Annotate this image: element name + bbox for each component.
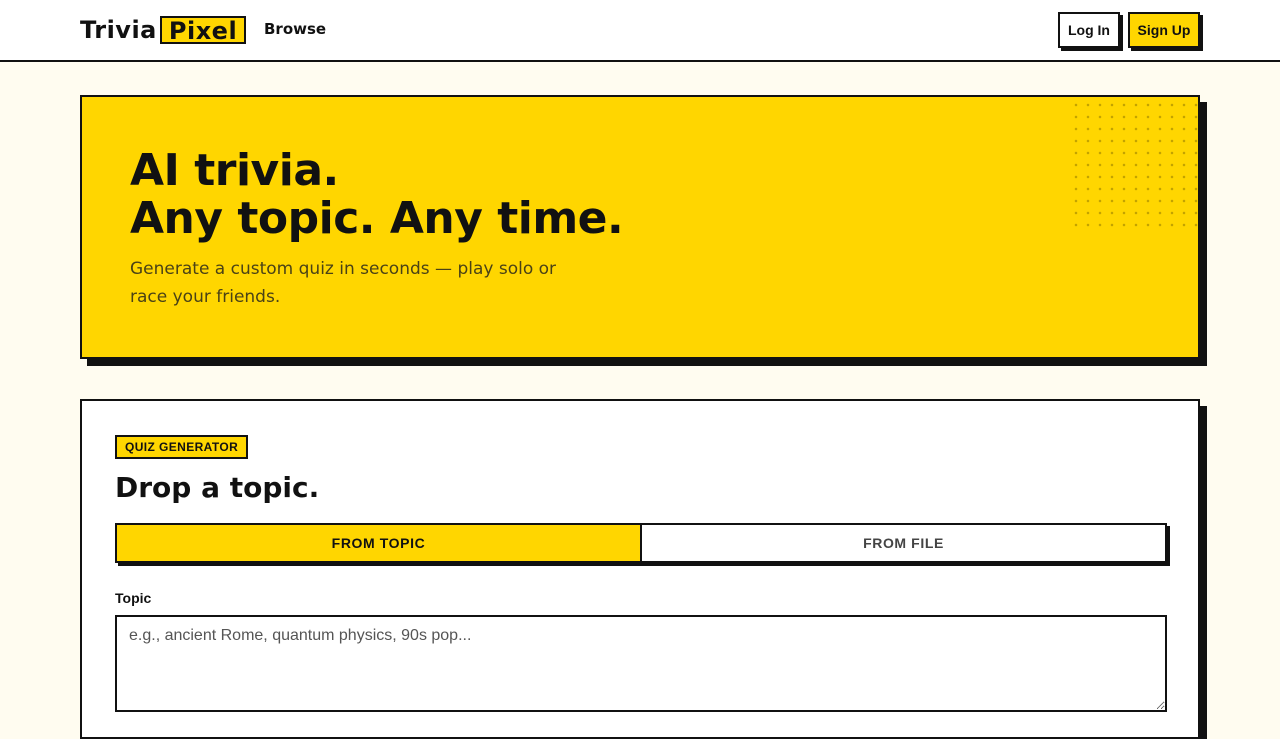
site-logo[interactable]: Trivia Pixel [80, 14, 247, 46]
hero-title: AI trivia. Any topic. Any time. [130, 145, 624, 244]
log-in-button[interactable]: Log In [1058, 12, 1120, 48]
tab-from-topic[interactable]: FROM TOPIC [117, 525, 642, 561]
logo-word-trivia: Trivia [80, 16, 157, 44]
quiz-generator-card: QUIZ GENERATOR Drop a topic. FROM TOPIC … [80, 399, 1200, 739]
top-navigation-bar: Trivia Pixel Browse Log In Sign Up [0, 0, 1280, 62]
hero-subtitle: Generate a custom quiz in seconds — play… [130, 259, 557, 307]
dot-pattern-decoration [1068, 97, 1198, 227]
topic-input[interactable] [115, 615, 1167, 712]
logo-word-pixel: Pixel [159, 16, 247, 44]
generator-heading: Drop a topic. [115, 471, 320, 504]
quiz-generator-badge: QUIZ GENERATOR [115, 435, 249, 459]
tab-from-file[interactable]: FROM FILE [642, 525, 1165, 561]
hero-title-line2: Any topic. Any time. [130, 193, 624, 244]
browse-link[interactable]: Browse [264, 20, 326, 38]
hero-title-line1: AI trivia. [130, 145, 339, 196]
sign-up-button[interactable]: Sign Up [1128, 12, 1200, 48]
source-tabs: FROM TOPIC FROM FILE [115, 523, 1167, 563]
topic-label: Topic [115, 590, 152, 606]
hero-banner: AI trivia. Any topic. Any time. Generate… [80, 95, 1200, 359]
